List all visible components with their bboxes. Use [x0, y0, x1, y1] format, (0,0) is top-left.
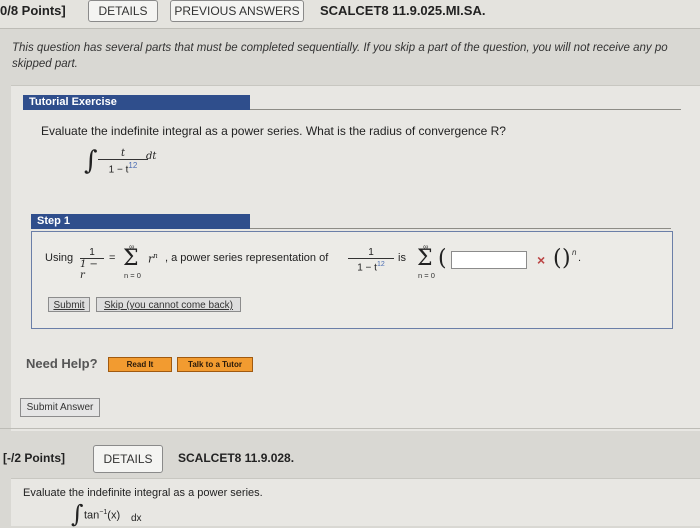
r-term: rn	[148, 252, 158, 266]
sigma1-lower: n = 0	[124, 271, 141, 280]
question-separator	[0, 428, 700, 429]
points-label: 0/8 Points]	[0, 3, 66, 18]
tutorial-prompt: Evaluate the indefinite integral as a po…	[41, 124, 506, 138]
using-label: Using	[45, 252, 74, 264]
integrand-numerator: t	[120, 148, 126, 159]
frac2-exponent: 12	[376, 261, 385, 268]
equals-sign: =	[109, 252, 116, 264]
integral-sign-icon: ∫	[84, 146, 98, 176]
frac2-denominator: 1 − t	[357, 262, 377, 274]
integrand-denominator: 1 − t	[108, 164, 129, 176]
next-integral-sign-icon: ∫	[71, 500, 84, 528]
integrand-exponent: 12	[128, 161, 138, 170]
step-1-header: Step 1	[31, 214, 250, 229]
tan-arg: (x)	[107, 509, 121, 522]
integrand-fraction: t 1 − t12	[98, 148, 148, 175]
sequential-notice: This question has several parts that mus…	[12, 42, 668, 70]
previous-answers-button[interactable]: PREVIOUS ANSWERS	[170, 0, 304, 22]
sigma1-icon: Σ	[123, 246, 139, 271]
next-question-id: SCALCET8 11.9.028.	[178, 451, 295, 465]
geometric-fraction: 1 1 − r	[80, 247, 104, 281]
tutorial-header-rule	[250, 109, 681, 110]
submit-answer-button[interactable]: Submit Answer	[20, 398, 100, 417]
integrand-dt: dt	[146, 151, 157, 162]
open-paren: (	[438, 246, 447, 271]
sigma2-lower: n = 0	[418, 271, 435, 280]
step-header-rule	[250, 228, 671, 229]
talk-to-tutor-button[interactable]: Talk to a Tutor	[177, 357, 253, 372]
submit-step-button[interactable]: Submit	[48, 297, 90, 312]
read-it-button[interactable]: Read It	[108, 357, 172, 372]
tan-text: tan	[84, 509, 100, 522]
frac1-numerator: 1	[89, 247, 95, 258]
is-label: is	[398, 252, 406, 264]
outer-exponent: n	[572, 248, 577, 257]
skip-step-button[interactable]: Skip (you cannot come back)	[96, 297, 241, 312]
next-points-label: [-/2 Points]	[3, 451, 65, 465]
series-coefficient-input[interactable]	[451, 251, 527, 269]
target-fraction: 1 1 − t12	[348, 247, 394, 273]
question-id: SCALCET8 11.9.025.MI.SA.	[320, 3, 486, 18]
next-prompt: Evaluate the indefinite integral as a po…	[23, 487, 263, 499]
r-exponent: n	[153, 252, 158, 260]
close-paren: )	[562, 246, 571, 271]
next-details-button[interactable]: DETAILS	[93, 445, 163, 473]
header-bar: 0/8 Points] DETAILS PREVIOUS ANSWERS SCA…	[0, 0, 700, 29]
series-representation-text: , a power series representation of	[165, 252, 329, 264]
next-integrand: tan−1(x)	[84, 509, 120, 522]
sigma2-icon: Σ	[417, 246, 433, 271]
frac2-numerator: 1	[368, 247, 374, 258]
details-button[interactable]: DETAILS	[88, 0, 158, 22]
frac1-denominator: 1 − r	[80, 259, 98, 281]
open-paren-2: (	[553, 246, 562, 271]
need-help-label: Need Help?	[26, 356, 98, 371]
tutorial-header: Tutorial Exercise	[23, 95, 250, 110]
incorrect-x-icon: ×	[537, 252, 546, 268]
period: .	[578, 252, 582, 264]
next-dx: dx	[131, 513, 142, 524]
